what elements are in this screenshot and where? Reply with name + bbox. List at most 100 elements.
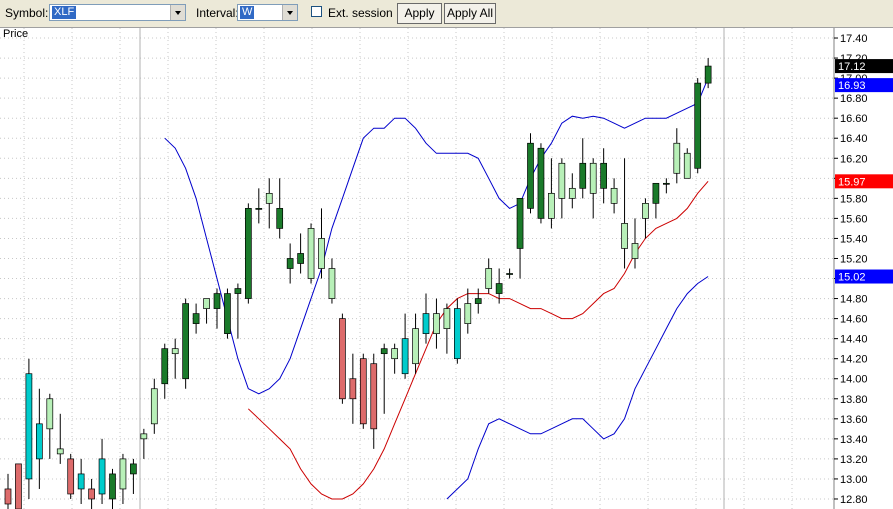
candle-body [495, 283, 503, 294]
apply-all-button[interactable]: Apply All [444, 3, 496, 24]
candle-body [380, 348, 388, 355]
y-tick-label: 13.60 [840, 414, 868, 426]
candle-body [203, 298, 210, 309]
candle-body [161, 348, 169, 385]
price-chart[interactable]: 17.4017.2017.0016.8016.6016.4016.2016.00… [0, 28, 893, 509]
candle-body [412, 328, 419, 365]
y-tick-label: 16.80 [840, 93, 868, 105]
interval-combobox[interactable]: W [237, 4, 298, 21]
candle-body [568, 187, 576, 199]
candle-body [182, 303, 189, 380]
candle-body [339, 318, 346, 400]
symbol-label: Symbol: [5, 6, 49, 20]
ext-session-label[interactable]: Ext. session [328, 6, 393, 20]
y-tick-label: 13.40 [840, 434, 868, 446]
candle-body [485, 268, 493, 289]
chevron-down-icon[interactable] [170, 5, 185, 20]
candle-body [46, 398, 54, 430]
y-tick-label: 15.20 [840, 253, 868, 265]
candle-body [662, 182, 670, 185]
candle-body [433, 313, 440, 334]
candle-body [621, 223, 628, 249]
candlestick-chart[interactable]: 17.4017.2017.0016.8016.6016.4016.2016.00… [0, 28, 893, 509]
candle-body [548, 192, 555, 219]
candle-body [98, 458, 106, 495]
price-label-text: 16.93 [838, 80, 866, 92]
candle-body [297, 253, 304, 264]
candle-body [454, 308, 461, 360]
candle-body [25, 373, 33, 480]
candle-body [234, 288, 242, 294]
candle-body [370, 363, 378, 430]
candle-body [401, 338, 409, 375]
candle-body [694, 82, 702, 169]
symbol-value[interactable]: XLF [52, 6, 77, 19]
candle-body [652, 182, 660, 204]
y-tick-label: 14.40 [840, 334, 868, 346]
candle-body [109, 473, 116, 500]
candle-body [516, 198, 524, 249]
interval-label: Interval: [196, 6, 239, 20]
candle-body [537, 147, 545, 219]
candle-body [589, 162, 597, 194]
candle-body [443, 308, 451, 329]
candle-body [276, 208, 284, 229]
candle-body [150, 388, 158, 425]
ext-session-checkbox[interactable] [311, 6, 322, 17]
candle-body [558, 162, 566, 199]
y-tick-label: 16.60 [840, 113, 868, 125]
y-tick-label: 16.40 [840, 133, 868, 145]
toolbar: Symbol: XLF Interval: W Ext. session App… [0, 0, 893, 28]
candle-body [610, 187, 618, 204]
candle-body [391, 348, 398, 360]
y-tick-label: 14.60 [840, 314, 868, 326]
candle-body [464, 303, 472, 324]
candle-body [192, 313, 200, 324]
candle-body [318, 238, 325, 269]
candle-body [474, 298, 482, 304]
candle-body [119, 458, 127, 490]
candle-body [35, 423, 43, 460]
y-tick-label: 13.80 [840, 394, 868, 406]
lower-bollinger-band [446, 276, 709, 500]
apply-button[interactable]: Apply [397, 3, 442, 24]
candle-body [307, 228, 315, 279]
candle-body [255, 208, 263, 210]
candle-body [642, 203, 649, 219]
candle-body [506, 273, 513, 275]
candle-body [286, 258, 294, 269]
candle-body [683, 152, 691, 179]
candle-body [224, 293, 231, 334]
price-label-text: 17.12 [838, 61, 866, 73]
y-tick-label: 13.00 [840, 474, 868, 486]
candle-body [265, 192, 273, 204]
y-tick-label: 15.40 [840, 233, 868, 245]
y-tick-label: 16.20 [840, 153, 868, 165]
candle-body [56, 448, 64, 455]
y-tick-label: 14.00 [840, 374, 868, 386]
candle-body [328, 268, 336, 299]
candle-body [130, 463, 137, 475]
candle-body [527, 142, 534, 209]
candle-body [245, 208, 252, 299]
price-label-text: 15.02 [838, 272, 866, 284]
candle-body [600, 162, 608, 189]
y-tick-label: 17.40 [840, 33, 868, 45]
candle-body [15, 463, 22, 509]
candle-body [359, 358, 367, 425]
candle-body [631, 243, 639, 259]
interval-value[interactable]: W [240, 6, 255, 19]
symbol-combobox[interactable]: XLF [49, 4, 186, 21]
candle-body [213, 293, 221, 309]
candle-body [4, 488, 12, 505]
chevron-down-icon[interactable] [282, 5, 297, 20]
price-label-text: 15.97 [838, 176, 866, 188]
candle-body [422, 313, 430, 334]
y-tick-label: 15.60 [840, 213, 868, 225]
candle-body [579, 162, 587, 189]
y-tick-label: 12.80 [840, 494, 868, 506]
middle-bollinger-band [247, 180, 709, 500]
candle-body [673, 142, 681, 174]
candle-body [67, 458, 75, 495]
y-tick-label: 14.20 [840, 354, 868, 366]
